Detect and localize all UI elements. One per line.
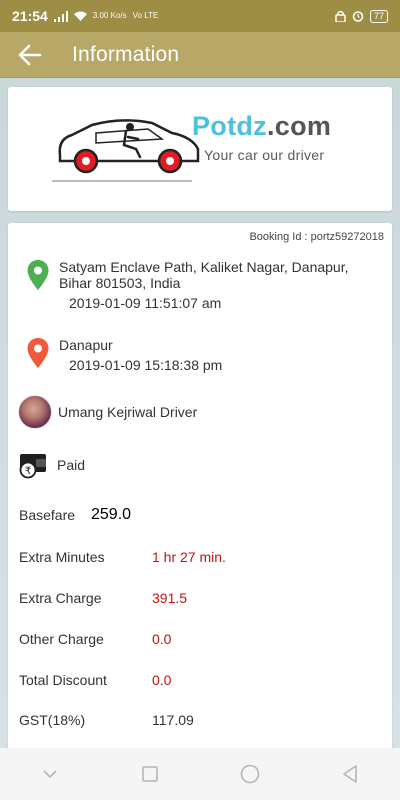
fare-row-basefare: Basefare 259.0 [19,506,131,524]
pickup-address: Satyam Enclave Path, Kaliket Nagar, Dana… [59,259,349,291]
car-driver-icon [52,119,200,182]
drop-location: Danapur 2019-01-09 15:18:38 pm [26,337,379,373]
nav-home-button[interactable] [230,754,270,794]
fare-row-extra-minutes: Extra Minutes 1 hr 27 min. [19,549,226,565]
fare-label: GST(18%) [19,712,86,728]
nav-back-button[interactable] [330,754,370,794]
app-bar: Information [0,32,400,78]
driver-avatar [18,395,52,429]
brand-tagline: Your car our driver [204,147,325,163]
driver-info: Umang Kejriwal Driver [18,395,197,429]
booking-id: Booking Id : portz59272018 [249,231,384,243]
fare-label: Extra Charge [19,590,102,606]
fare-value: 0.0 [152,672,172,688]
driver-name: Umang Kejriwal Driver [58,404,198,420]
fare-label: Extra Minutes [19,549,105,565]
fare-value: 391.5 [152,590,188,606]
chevron-down-icon [43,770,57,779]
fare-row-total-discount: Total Discount 0.0 [19,672,171,688]
wallet-rupee-icon: ₹ [19,454,46,479]
wifi-icon [73,11,87,21]
booking-details-card: Booking Id : portz59272018 Satyam Enclav… [8,223,392,763]
nav-recents-button[interactable] [130,754,170,794]
fare-value: 259.0 [91,506,132,523]
fare-row-extra-charge: Extra Charge 391.5 [19,590,187,606]
drop-address: Danapur [59,337,113,353]
payment-status: Paid [57,457,86,473]
svg-text:₹: ₹ [25,466,31,477]
fare-value: 117.09 [152,712,194,728]
payment-status-row: ₹ Paid [19,451,85,479]
triangle-back-icon [343,765,357,783]
signal-icon [53,10,68,22]
back-button[interactable] [0,32,60,78]
drop-time: 2019-01-09 15:18:38 pm [69,357,223,373]
lock-icon [335,10,346,22]
battery-icon: 77 [369,9,388,23]
pickup-time: 2019-01-09 11:51:07 am [69,295,222,311]
brand-name: Potdz.com [192,111,332,141]
network-speed: 3.00 Ko/s [92,11,127,20]
brand-logo: Potdz.com Your car our driver [52,109,352,189]
pickup-location: Satyam Enclave Path, Kaliket Nagar, Dana… [26,259,379,311]
status-time: 21:54 [12,8,48,24]
nav-hide-button[interactable] [30,754,70,794]
fare-label: Other Charge [19,631,104,647]
system-nav-bar [0,748,400,800]
network-type: Vo LTE [132,11,159,20]
fare-label: Basefare [19,507,76,523]
fare-row-other-charge: Other Charge 0.0 [19,631,171,647]
fare-label: Total Discount [19,672,107,688]
logo-card: Potdz.com Your car our driver [8,87,392,211]
circle-icon [240,764,260,784]
map-pin-green-icon [27,260,49,290]
fare-row-gst: GST(18%) 117.09 [19,712,194,728]
square-icon [142,766,158,782]
fare-value: 0.0 [152,631,172,647]
status-bar: 21:54 3.00 Ko/s Vo LTE 77 [0,0,400,32]
alarm-icon [352,11,364,22]
map-pin-red-icon [27,338,49,368]
fare-value: 1 hr 27 min. [152,549,226,565]
arrow-left-icon [18,44,42,65]
page-title: Information [72,42,180,66]
